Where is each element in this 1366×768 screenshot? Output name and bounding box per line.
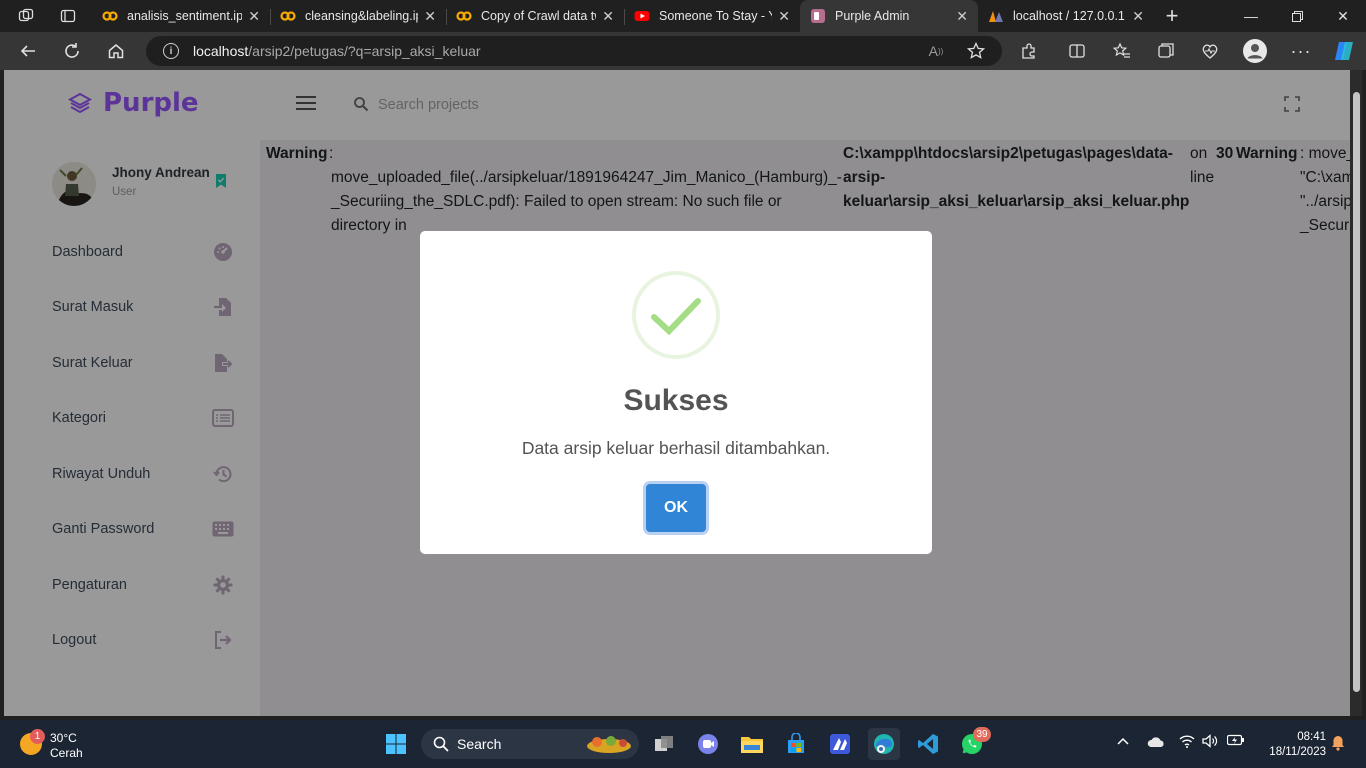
split-screen-icon[interactable] — [1063, 37, 1091, 65]
close-tab-icon[interactable]: ✕ — [778, 8, 790, 25]
colab-icon — [456, 11, 472, 21]
browser-tab-active[interactable]: Purple Admin ✕ — [800, 0, 978, 32]
youtube-icon — [634, 11, 650, 21]
system-clock[interactable]: 08:41 18/11/2023 — [1260, 730, 1326, 760]
home-button[interactable] — [102, 37, 130, 65]
file-explorer-icon[interactable] — [736, 728, 768, 760]
browser-essentials-icon[interactable] — [1196, 37, 1224, 65]
taskbar-search-label: Search — [457, 736, 502, 752]
vscode-icon[interactable] — [912, 728, 944, 760]
browser-tab-strip: analisis_sentiment.ipynb ✕ cleansing&lab… — [0, 0, 1366, 32]
success-dialog: Sukses Data arsip keluar berhasil ditamb… — [420, 231, 932, 554]
windows-taskbar: 1 30°C Cerah Search 39 08:41 18/11/2023 — [0, 720, 1366, 768]
browser-tab[interactable]: cleansing&labeling.ipynb ✕ — [270, 0, 446, 32]
browser-toolbar: i localhost/arsip2/petugas/?q=arsip_aksi… — [0, 32, 1366, 70]
tab-title: localhost / 127.0.0.1 / phpMyAdmin — [1013, 9, 1126, 23]
page-viewport: Purple Jhony Andrean User Dashboard Sura… — [4, 70, 1350, 716]
ok-button[interactable]: OK — [646, 484, 706, 532]
copilot-icon[interactable] — [1330, 37, 1358, 65]
dialog-title: Sukses — [623, 384, 729, 417]
minimize-button[interactable]: — — [1228, 0, 1274, 32]
colab-icon — [102, 11, 118, 21]
whatsapp-badge: 39 — [973, 727, 991, 742]
clock-time: 08:41 — [1297, 731, 1326, 743]
purple-admin-icon — [811, 9, 825, 23]
weather-badge: 1 — [30, 729, 45, 744]
dialog-message: Data arsip keluar berhasil ditambahkan. — [521, 438, 831, 458]
onedrive-icon[interactable] — [1147, 736, 1165, 751]
address-bar[interactable]: i localhost/arsip2/petugas/?q=arsip_aksi… — [146, 36, 1002, 66]
temperature: 30°C — [50, 731, 77, 745]
page-scrollbar[interactable] — [1350, 70, 1362, 716]
close-tab-icon[interactable]: ✕ — [424, 8, 436, 25]
tab-title: analisis_sentiment.ipynb — [127, 9, 243, 23]
new-tab-button[interactable]: + — [1156, 0, 1188, 32]
back-button[interactable] — [14, 37, 42, 65]
colab-icon — [280, 11, 296, 21]
tab-actions-icon[interactable] — [52, 0, 84, 32]
favorites-icon[interactable] — [1108, 37, 1136, 65]
favorite-star-icon[interactable] — [962, 37, 990, 65]
profile-avatar-icon[interactable] — [1241, 37, 1269, 65]
browser-tab[interactable]: Copy of Crawl data twitter ✕ — [446, 0, 624, 32]
weather-condition: Cerah — [50, 746, 83, 760]
tab-title: Copy of Crawl data twitter — [481, 9, 596, 23]
task-view-icon[interactable] — [648, 728, 680, 760]
modal-backdrop[interactable]: Sukses Data arsip keluar berhasil ditamb… — [4, 70, 1350, 716]
close-tab-icon[interactable]: ✕ — [248, 8, 260, 25]
search-highlight-icon — [587, 736, 631, 753]
extensions-icon[interactable] — [1015, 37, 1043, 65]
close-tab-icon[interactable]: ✕ — [602, 8, 614, 25]
clock-date: 18/11/2023 — [1269, 746, 1326, 758]
browser-tab[interactable]: Someone To Stay - YouTube ✕ — [624, 0, 800, 32]
close-tab-icon[interactable]: ✕ — [956, 8, 968, 25]
search-icon — [433, 736, 449, 752]
close-window-button[interactable]: ✕ — [1320, 0, 1366, 32]
read-aloud-icon[interactable]: A)) — [922, 37, 950, 65]
scrollbar-thumb[interactable] — [1353, 92, 1360, 692]
edge-browser-icon[interactable] — [868, 728, 900, 760]
notification-bell-icon[interactable] — [1331, 735, 1345, 754]
taskbar-search[interactable]: Search — [421, 729, 639, 759]
tab-title: Purple Admin — [835, 9, 910, 23]
microsoft-store-icon[interactable] — [780, 728, 812, 760]
phpmyadmin-icon — [989, 11, 1003, 22]
tab-title: cleansing&labeling.ipynb — [305, 9, 418, 23]
teams-chat-icon[interactable] — [692, 728, 724, 760]
workspaces-icon[interactable] — [10, 0, 42, 32]
volume-icon[interactable] — [1202, 734, 1218, 751]
restore-button[interactable] — [1274, 0, 1320, 32]
browser-tab[interactable]: analisis_sentiment.ipynb ✕ — [92, 0, 270, 32]
windows-start-icon[interactable] — [380, 728, 412, 760]
collections-icon[interactable] — [1152, 37, 1180, 65]
tab-title: Someone To Stay - YouTube — [659, 9, 772, 23]
more-options-icon[interactable]: ··· — [1287, 37, 1315, 65]
show-hidden-icons[interactable] — [1117, 734, 1129, 749]
app-icon[interactable] — [824, 728, 856, 760]
close-tab-icon[interactable]: ✕ — [1132, 8, 1144, 25]
browser-tab[interactable]: localhost / 127.0.0.1 / phpMyAdmin ✕ — [978, 0, 1154, 32]
weather-widget[interactable]: 1 30°C Cerah — [18, 728, 128, 760]
url-text[interactable]: localhost/arsip2/petugas/?q=arsip_aksi_k… — [193, 43, 481, 59]
reload-button[interactable] — [58, 37, 86, 65]
battery-icon[interactable] — [1226, 734, 1245, 749]
site-info-icon[interactable]: i — [163, 43, 179, 59]
success-check-icon — [632, 271, 720, 359]
wifi-icon[interactable] — [1179, 734, 1195, 751]
